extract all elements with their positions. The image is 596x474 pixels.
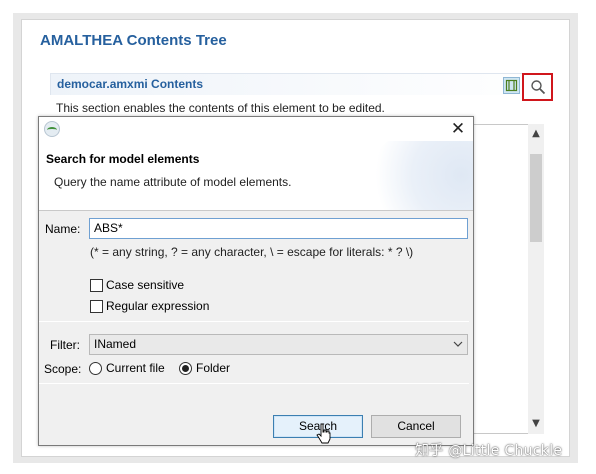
section-header: democar.amxmi Contents: [50, 73, 552, 95]
dialog-titlebar: ✕: [39, 117, 473, 141]
search-icon: [530, 80, 545, 95]
dialog-header: Search for model elements Query the name…: [39, 141, 473, 211]
case-sensitive-checkbox[interactable]: [90, 279, 103, 292]
search-button[interactable]: [522, 73, 553, 101]
separator: [39, 383, 469, 384]
regex-label: Regular expression: [106, 299, 210, 313]
hand-cursor-icon: [316, 423, 331, 444]
regex-checkbox[interactable]: [90, 300, 103, 313]
scope-current-file-radio[interactable]: [89, 362, 102, 375]
close-icon[interactable]: ✕: [447, 119, 469, 139]
chevron-down-icon: [453, 335, 463, 361]
editor-title: AMALTHEA Contents Tree: [40, 32, 227, 49]
case-sensitive-label: Case sensitive: [106, 278, 185, 292]
scope-folder-radio[interactable]: [179, 362, 192, 375]
section-description: This section enables the contents of thi…: [56, 101, 385, 115]
name-input[interactable]: ABS*: [89, 218, 468, 239]
watermark: 知乎 @Little Chuckle: [415, 443, 563, 459]
filter-label: Filter:: [50, 338, 80, 352]
name-label: Name:: [45, 222, 81, 236]
section-title: democar.amxmi Contents: [57, 77, 204, 91]
amalthea-icon: [44, 121, 60, 137]
dialog-header-message: Query the name attribute of model elemen…: [54, 175, 292, 189]
tree-view-icon[interactable]: [503, 77, 520, 94]
separator: [39, 321, 469, 322]
filter-value: INamed: [94, 337, 137, 351]
scope-current-file-label: Current file: [106, 361, 165, 375]
tree-view-icon-glyph: [505, 79, 518, 92]
cancel-button[interactable]: Cancel: [371, 415, 461, 438]
scope-label: Scope:: [44, 362, 82, 376]
scroll-up-icon[interactable]: ▲: [530, 128, 542, 140]
search-dialog: ✕ Search for model elements Query the na…: [38, 116, 474, 446]
tree-scrollbar[interactable]: ▲ ▼: [528, 124, 544, 434]
scroll-thumb[interactable]: [530, 154, 542, 242]
header-decoration: [363, 141, 473, 210]
scroll-down-icon[interactable]: ▼: [530, 418, 542, 430]
pattern-hint: (* = any string, ? = any character, \ = …: [90, 245, 414, 259]
filter-select[interactable]: INamed: [89, 334, 468, 355]
scope-folder-label: Folder: [196, 361, 231, 375]
dialog-header-title: Search for model elements: [46, 152, 200, 166]
